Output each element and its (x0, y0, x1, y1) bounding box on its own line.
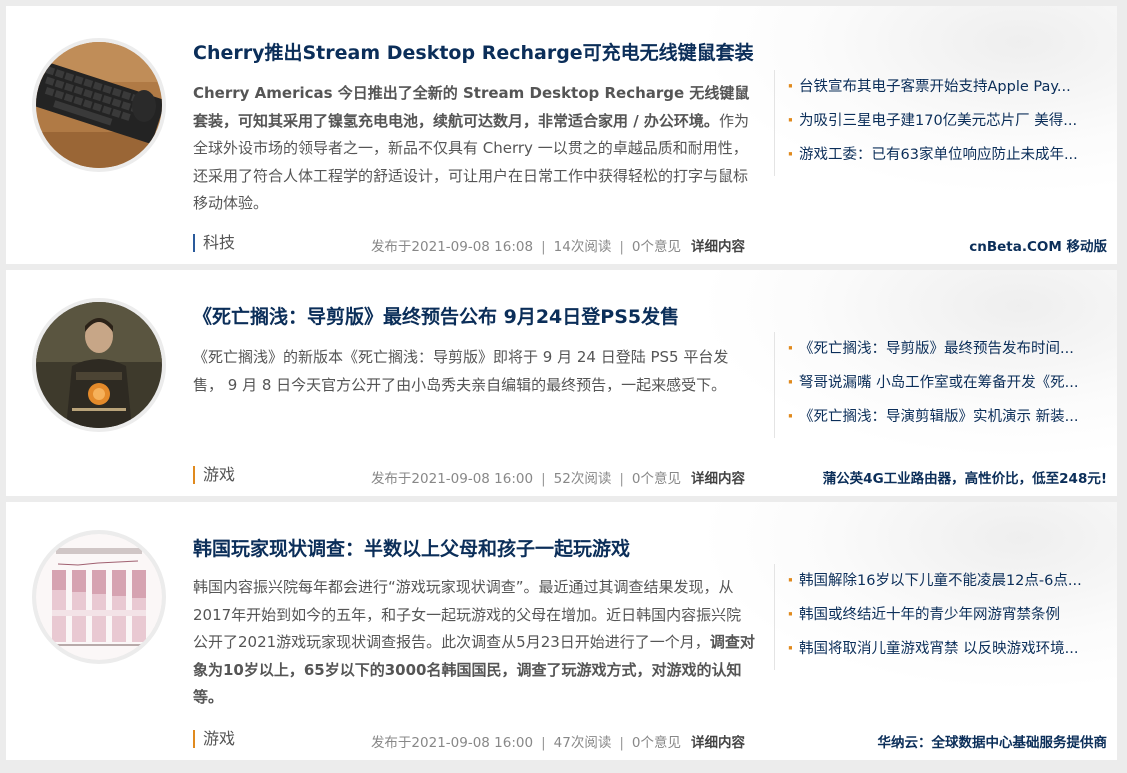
article-thumbnail[interactable] (32, 530, 166, 664)
details-link[interactable]: 详细内容 (691, 239, 745, 255)
article-card: Cherry推出Stream Desktop Recharge可充电无线键鼠套装… (6, 6, 1117, 264)
article-info: 发布于2021-09-08 16:08 | 14次阅读 | 0个意见 详细内容 (371, 235, 745, 255)
related-list: 韩国解除16岁以下儿童不能凌晨12点-6点... 韩国或终结近十年的青少年网游宵… (774, 564, 1110, 670)
article-summary: 《死亡搁浅》的新版本《死亡搁浅：导剪版》即将于 9 月 24 日登陆 PS5 平… (193, 348, 729, 394)
category-tag[interactable]: 游戏 (193, 466, 235, 484)
article-info: 发布于2021-09-08 16:00 | 47次阅读 | 0个意见 详细内容 (371, 731, 745, 751)
publish-date: 发布于2021-09-08 16:00 (370, 471, 534, 487)
category-tag[interactable]: 科技 (193, 234, 235, 252)
article-thumbnail[interactable] (32, 298, 166, 432)
separator: | (541, 735, 546, 751)
read-count: 14次阅读 (553, 239, 612, 255)
related-item[interactable]: 台铁宣布其电子客票开始支持Apple Pay... (787, 70, 1110, 104)
promo-link[interactable]: 蒲公英4G工业路由器，高性价比，低至248元! (823, 467, 1107, 487)
article-meta: 游戏 发布于2021-09-08 16:00 | 52次阅读 | 0个意见 详细内容 (193, 466, 745, 488)
article-thumbnail[interactable] (32, 38, 166, 172)
details-link[interactable]: 详细内容 (691, 471, 745, 487)
separator: | (541, 239, 546, 255)
related-item[interactable]: 韩国将取消儿童游戏宵禁 以反映游戏环境... (787, 632, 1110, 666)
article-meta: 游戏 发布于2021-09-08 16:00 | 47次阅读 | 0个意见 详细内容 (193, 730, 745, 752)
read-count: 52次阅读 (553, 471, 612, 487)
article-card: 韩国玩家现状调查：半数以上父母和孩子一起玩游戏 韩国内容振兴院每年都会进行“游戏… (6, 502, 1117, 760)
separator: | (619, 239, 624, 255)
article-title[interactable]: 韩国玩家现状调查：半数以上父母和孩子一起玩游戏 (193, 534, 630, 561)
article-summary: Cherry Americas 今日推出了全新的 Stream Desktop … (193, 80, 755, 218)
promo-link[interactable]: 华纳云：全球数据中心基础服务提供商 (878, 731, 1108, 751)
related-item[interactable]: 韩国或终结近十年的青少年网游宵禁条例 (787, 598, 1110, 632)
comment-count[interactable]: 0个意见 (632, 239, 681, 255)
summary-bold: Cherry Americas 今日推出了全新的 Stream Desktop … (193, 84, 750, 130)
related-item[interactable]: 《死亡搁浅：导演剪辑版》实机演示 新装... (787, 400, 1110, 434)
article-title[interactable]: Cherry推出Stream Desktop Recharge可充电无线键鼠套装 (193, 38, 754, 65)
separator: | (619, 735, 624, 751)
separator: | (619, 471, 624, 487)
related-list: 《死亡搁浅：导剪版》最终预告发布时间... 弩哥说漏嘴 小岛工作室或在筹备开发《… (774, 332, 1110, 438)
separator: | (541, 471, 546, 487)
related-item[interactable]: 弩哥说漏嘴 小岛工作室或在筹备开发《死... (787, 366, 1110, 400)
read-count: 47次阅读 (553, 735, 612, 751)
related-list: 台铁宣布其电子客票开始支持Apple Pay... 为吸引三星电子建170亿美元… (774, 70, 1110, 176)
publish-date: 发布于2021-09-08 16:08 (370, 239, 534, 255)
category-tag[interactable]: 游戏 (193, 730, 235, 748)
article-info: 发布于2021-09-08 16:00 | 52次阅读 | 0个意见 详细内容 (371, 467, 745, 487)
comment-count[interactable]: 0个意见 (632, 471, 681, 487)
related-item[interactable]: 韩国解除16岁以下儿童不能凌晨12点-6点... (787, 564, 1110, 598)
article-summary: 韩国内容振兴院每年都会进行“游戏玩家现状调查”。最近通过其调查结果发现，从201… (193, 574, 755, 712)
comment-count[interactable]: 0个意见 (632, 735, 681, 751)
publish-date: 发布于2021-09-08 16:00 (370, 735, 534, 751)
article-meta: 科技 发布于2021-09-08 16:08 | 14次阅读 | 0个意见 详细内容 (193, 234, 745, 256)
related-item[interactable]: 游戏工委：已有63家单位响应防止未成年... (787, 138, 1110, 172)
related-item[interactable]: 为吸引三星电子建170亿美元芯片厂 美得... (787, 104, 1110, 138)
summary-text: 韩国内容振兴院每年都会进行“游戏玩家现状调查”。最近通过其调查结果发现，从201… (193, 578, 742, 651)
article-card: 《死亡搁浅：导剪版》最终预告公布 9月24日登PS5发售 《死亡搁浅》的新版本《… (6, 270, 1117, 496)
article-feed: Cherry推出Stream Desktop Recharge可充电无线键鼠套装… (0, 0, 1127, 773)
article-title[interactable]: 《死亡搁浅：导剪版》最终预告公布 9月24日登PS5发售 (193, 302, 679, 329)
details-link[interactable]: 详细内容 (691, 735, 745, 751)
promo-link[interactable]: cnBeta.COM 移动版 (969, 235, 1107, 255)
related-item[interactable]: 《死亡搁浅：导剪版》最终预告发布时间... (787, 332, 1110, 366)
